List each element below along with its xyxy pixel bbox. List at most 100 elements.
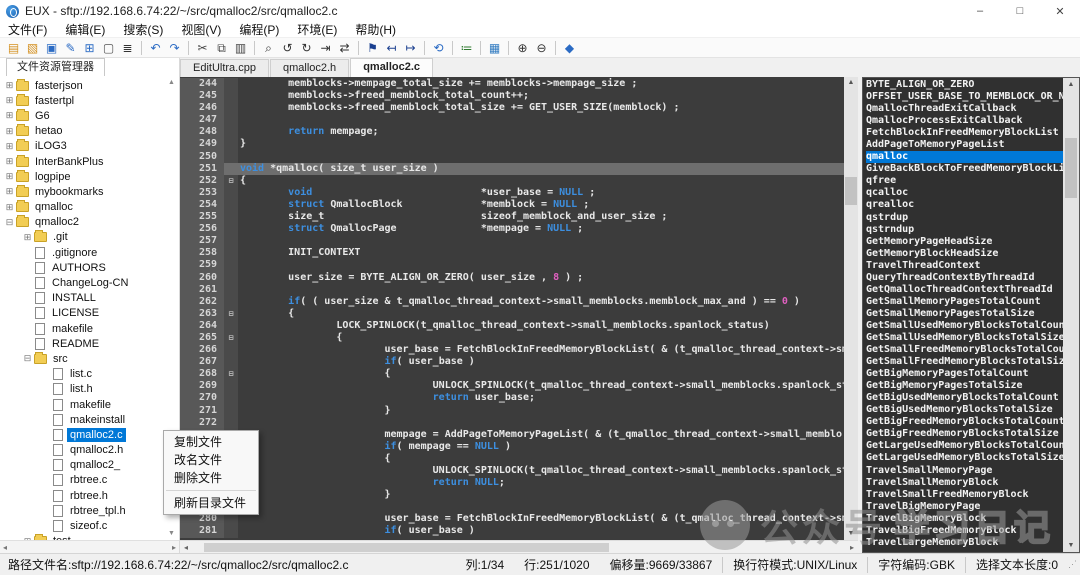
find-icon[interactable]: ⌕ <box>259 39 278 57</box>
fold-collapse-icon[interactable]: ⊟ <box>224 175 238 187</box>
tree-item[interactable]: ⊞fastertpl <box>0 93 164 108</box>
function-list-item[interactable]: GiveBackBlockToFreedMemoryBlockLi <box>866 163 1063 175</box>
tree-item[interactable]: ⊞logpipe <box>0 169 164 184</box>
close-file-icon[interactable]: ▢ <box>99 39 118 57</box>
code-line[interactable]: 264 LOCK_SPINLOCK(t_qmalloc_thread_conte… <box>180 320 844 332</box>
tree-item[interactable]: qmalloc2_ <box>0 458 164 473</box>
code-line[interactable]: 251void *qmalloc( size_t user_size ) <box>180 163 844 175</box>
code-line[interactable]: 265⊟ { <box>180 332 844 344</box>
expand-icon[interactable]: ⊞ <box>4 95 15 106</box>
tree-item[interactable]: rbtree.h <box>0 488 164 503</box>
code-line[interactable]: 275 { <box>180 453 844 465</box>
collapse-icon[interactable]: ⊟ <box>4 217 15 228</box>
function-list-item[interactable]: TravelSmallFreedMemoryBlock <box>866 489 1063 501</box>
function-list-item[interactable]: qcalloc <box>866 187 1063 199</box>
function-list-item[interactable]: TravelBigMemoryPage <box>866 501 1063 513</box>
code-line[interactable]: 261 <box>180 284 844 296</box>
function-list-item[interactable]: GetBigUsedMemoryBlocksTotalSize <box>866 404 1063 416</box>
undo-icon[interactable]: ↶ <box>146 39 165 57</box>
function-list-item[interactable]: GetMemoryPageHeadSize <box>866 236 1063 248</box>
tree-item[interactable]: makefile <box>0 397 164 412</box>
file-list-icon[interactable]: ≣ <box>118 39 137 57</box>
function-list-item[interactable]: GetSmallMemoryPagesTotalCount <box>866 296 1063 308</box>
tree-item[interactable]: ChangeLog-CN <box>0 275 164 290</box>
code-line[interactable]: 248 return mempage; <box>180 126 844 138</box>
expand-icon[interactable]: ⊞ <box>4 80 15 91</box>
tree-item[interactable]: qmalloc2.h <box>0 443 164 458</box>
code-editor[interactable]: 244 memblocks->mempage_total_size += mem… <box>180 77 858 553</box>
code-line[interactable]: 260 user_size = BYTE_ALIGN_OR_ZERO( user… <box>180 272 844 284</box>
goto-icon[interactable]: ⇥ <box>316 39 335 57</box>
scroll-down-icon[interactable]: ▼ <box>844 528 858 540</box>
function-list-item[interactable]: qstrdup <box>866 212 1063 224</box>
function-list-item[interactable]: GetBigMemoryPagesTotalCount <box>866 368 1063 380</box>
context-menu-item[interactable]: 刷新目录文件 <box>164 494 258 512</box>
tree-item[interactable]: LICENSE <box>0 306 164 321</box>
scrollbar-thumb[interactable] <box>204 543 609 552</box>
next-bookmark-icon[interactable]: ↦ <box>401 39 420 57</box>
cut-icon[interactable]: ✂ <box>193 39 212 57</box>
function-list-item[interactable]: GetBigFreedMemoryBlocksTotalSize <box>866 428 1063 440</box>
menu-item[interactable]: 编程(P) <box>239 22 279 38</box>
bookmark-icon[interactable]: ⚑ <box>363 39 382 57</box>
tree-item[interactable]: qmalloc2.c <box>0 427 164 442</box>
tree-item[interactable]: makeinstall <box>0 412 164 427</box>
tree-item[interactable]: makefile <box>0 321 164 336</box>
maximize-button[interactable]: □ <box>1000 0 1040 22</box>
scroll-down-icon[interactable]: ▼ <box>1063 539 1079 552</box>
scroll-left-icon[interactable]: ◂ <box>180 543 192 552</box>
function-list-item[interactable]: GetLargeUsedMemoryBlocksTotalSize <box>866 452 1063 464</box>
find-prev-icon[interactable]: ↺ <box>278 39 297 57</box>
function-list-item[interactable]: TravelThreadContext <box>866 260 1063 272</box>
code-line[interactable]: 252⊟{ <box>180 175 844 187</box>
code-line[interactable]: 246 memblocks->freed_memblock_total_size… <box>180 102 844 114</box>
code-line[interactable]: 269 UNLOCK_SPINLOCK(t_qmalloc_thread_con… <box>180 380 844 392</box>
function-list-item[interactable]: OFFSET_USER_BASE_TO_MEMBLOCK_OR_N <box>866 91 1063 103</box>
tab-EditUltra.cpp[interactable]: EditUltra.cpp <box>180 59 269 77</box>
macro-list-icon[interactable]: ≔ <box>457 39 476 57</box>
code-line[interactable]: 249} <box>180 138 844 150</box>
paste-icon[interactable]: ▥ <box>231 39 250 57</box>
tree-item[interactable]: ⊞.git <box>0 230 164 245</box>
function-list-item[interactable]: qrealloc <box>866 199 1063 211</box>
code-line[interactable]: 276 UNLOCK_SPINLOCK(t_qmalloc_thread_con… <box>180 465 844 477</box>
fold-collapse-icon[interactable]: ⊟ <box>224 332 238 344</box>
tree-item[interactable]: ⊞G6 <box>0 108 164 123</box>
menu-item[interactable]: 文件(F) <box>8 22 47 38</box>
code-line[interactable]: 247 <box>180 114 844 126</box>
file-explorer-header[interactable]: 文件资源管理器 <box>6 58 105 76</box>
tree-item[interactable]: ⊞mybookmarks <box>0 184 164 199</box>
scrollbar-thumb[interactable] <box>1065 138 1077 198</box>
function-list-item[interactable]: QmallocThreadExitCallback <box>866 103 1063 115</box>
menu-item[interactable]: 环境(E) <box>297 22 337 38</box>
function-list-item[interactable]: GetSmallFreedMemoryBlocksTotalSiz <box>866 356 1063 368</box>
function-list-item[interactable]: GetMemoryBlockHeadSize <box>866 248 1063 260</box>
tab-qmalloc2.h[interactable]: qmalloc2.h <box>270 59 349 77</box>
menu-item[interactable]: 视图(V) <box>181 22 221 38</box>
function-list-item[interactable]: qfree <box>866 175 1063 187</box>
code-line[interactable]: 253 void *user_base = NULL ; <box>180 187 844 199</box>
tree-item[interactable]: ⊞InterBankPlus <box>0 154 164 169</box>
context-menu-item[interactable]: 复制文件 <box>164 433 258 451</box>
code-line[interactable]: 258 INIT_CONTEXT <box>180 247 844 259</box>
code-line[interactable]: 254 struct QmallocBlock *memblock = NULL… <box>180 199 844 211</box>
function-list-item[interactable]: TravelBigFreedMemoryBlock <box>866 525 1063 537</box>
new-file-icon[interactable]: ▤ <box>4 39 23 57</box>
code-line[interactable]: 277 return NULL; <box>180 477 844 489</box>
code-line[interactable]: 280 user_base = FetchBlockInFreedMemoryB… <box>180 513 844 525</box>
code-line[interactable]: 245 memblocks->freed_memblock_total_coun… <box>180 90 844 102</box>
code-line[interactable]: 278 } <box>180 489 844 501</box>
editor-vertical-scrollbar[interactable]: ▲ ▼ <box>844 77 858 540</box>
tree-item[interactable]: rbtree.c <box>0 473 164 488</box>
tree-item[interactable]: list.h <box>0 382 164 397</box>
editor-horizontal-scrollbar[interactable]: ◂ ▸ <box>180 540 858 553</box>
tree-item[interactable]: ⊞hetao <box>0 124 164 139</box>
save-as-icon[interactable]: ✎ <box>61 39 80 57</box>
replace-icon[interactable]: ⇄ <box>335 39 354 57</box>
code-line[interactable]: 274 if( mempage == NULL ) <box>180 441 844 453</box>
function-list-item[interactable]: TravelBigMemoryBlock <box>866 513 1063 525</box>
function-list-item[interactable]: GetSmallUsedMemoryBlocksTotalSize <box>866 332 1063 344</box>
function-list-item[interactable]: QmallocProcessExitCallback <box>866 115 1063 127</box>
tree-item[interactable]: ⊟qmalloc2 <box>0 215 164 230</box>
tree-item[interactable]: ⊞qmalloc <box>0 200 164 215</box>
